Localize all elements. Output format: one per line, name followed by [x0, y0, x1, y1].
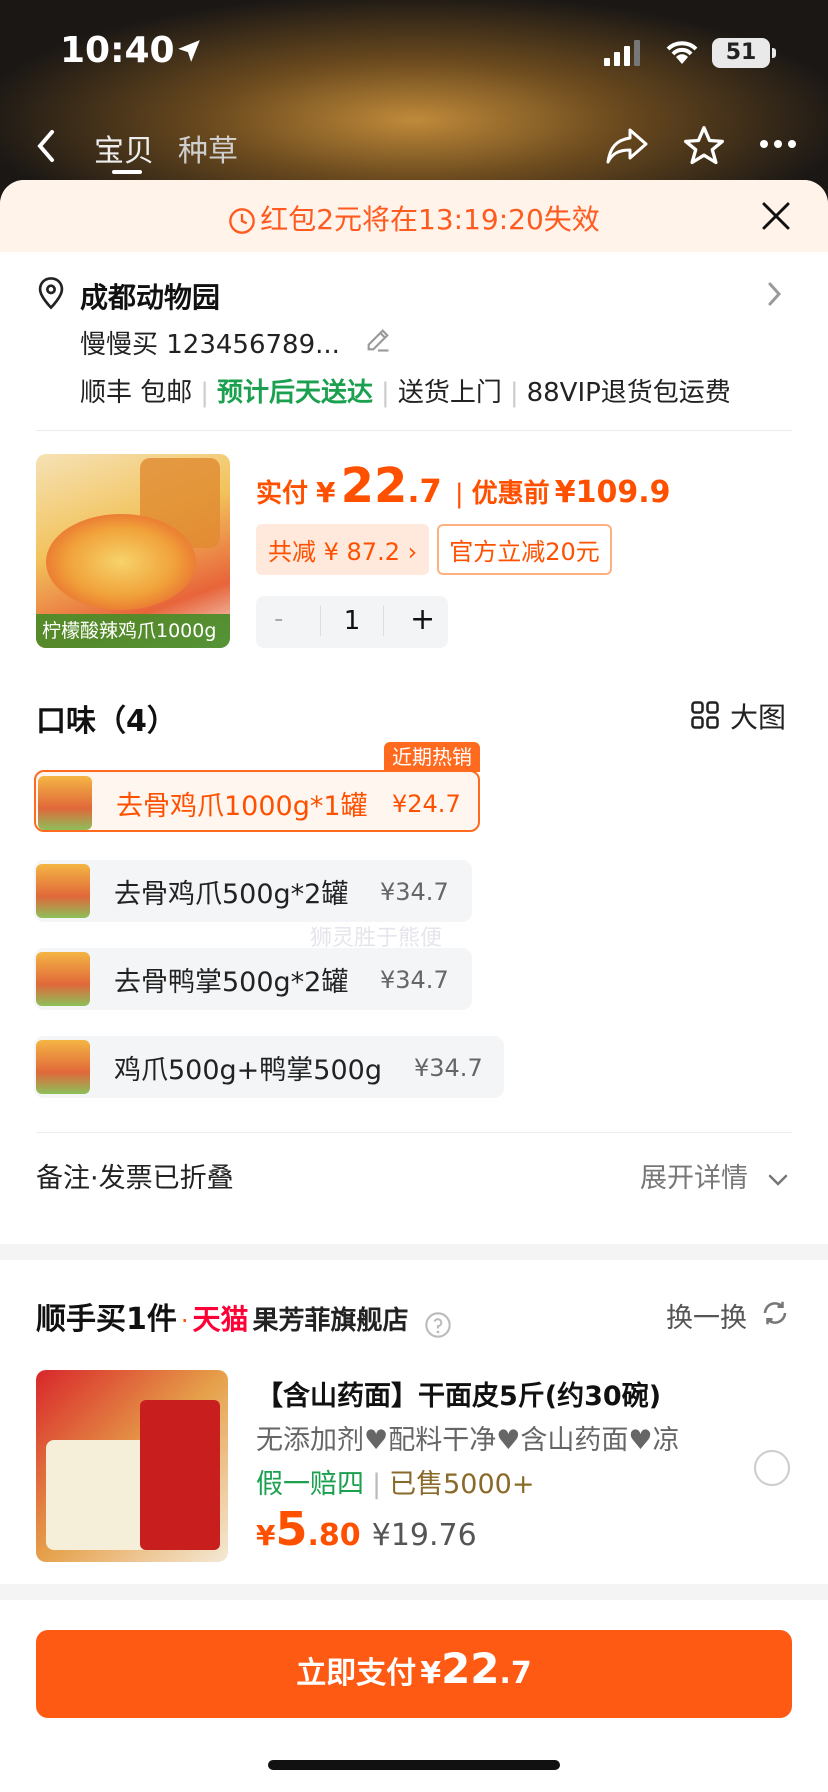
home-indicator — [268, 1760, 560, 1770]
wifi-icon — [666, 41, 698, 64]
flavor-price: ¥24.7 — [392, 790, 461, 818]
price-line: 实付 ¥ 22.7 | 优惠前 ¥109.9 — [256, 458, 671, 514]
checkout-sheet: 红包2元将在13:19:20失效 成都动物园 慢慢买 123456789... … — [0, 180, 828, 1792]
help-icon[interactable] — [424, 1311, 452, 1339]
quantity-stepper: - 1 + — [256, 596, 448, 648]
flavor-label: 去骨鸡爪500g*2罐 — [114, 879, 349, 910]
increase-button[interactable]: + — [410, 602, 435, 637]
refresh-icon[interactable] — [760, 1298, 790, 1328]
section-gap — [0, 1584, 828, 1600]
grid-view-icon[interactable] — [690, 700, 720, 730]
addon-product-image[interactable] — [36, 1370, 228, 1562]
flavor-price: ¥34.7 — [380, 878, 449, 906]
before-discount-price: ¥109.9 — [554, 475, 671, 510]
clock-icon — [229, 208, 256, 234]
pay-price-integer: 22 — [441, 1644, 500, 1693]
currency-symbol: ¥ — [256, 1519, 276, 1552]
tab-item[interactable]: 宝贝 — [94, 126, 154, 170]
address-name: 成都动物园 — [80, 281, 221, 314]
shop-name[interactable]: 果芳菲旗舰店 — [253, 1306, 409, 1336]
tab-underline — [112, 170, 142, 174]
flavor-thumbnail — [36, 864, 90, 918]
flavor-label: 去骨鸡爪1000g*1罐 — [116, 791, 368, 822]
location-arrow-icon — [178, 40, 200, 62]
pay-price-decimal: .7 — [499, 1656, 532, 1691]
more-icon[interactable] — [758, 138, 798, 150]
paid-label: 实付 — [256, 479, 309, 509]
expand-details-button[interactable]: 展开详情 — [640, 1156, 789, 1195]
total-savings-tag[interactable]: 共减 ¥ 87.2 › — [256, 524, 430, 575]
favorite-star-icon[interactable] — [682, 124, 726, 168]
expand-label: 展开详情 — [640, 1163, 748, 1194]
flavor-option-4[interactable]: 鸡爪500g+鸭掌500g ¥34.7 — [34, 1036, 504, 1098]
addon-price-decimal: .80 — [307, 1518, 361, 1553]
addon-product-desc: 无添加剂♥配料干净♥含山药面♥凉 — [256, 1425, 680, 1456]
flavor-thumbnail — [36, 1040, 90, 1094]
guarantee-label: 假一赔四 — [256, 1469, 364, 1500]
location-pin-icon — [38, 277, 64, 310]
addon-meta: 假一赔四 | 已售5000+ — [256, 1469, 535, 1500]
divider — [36, 1132, 792, 1133]
addon-original-price: ¥19.76 — [371, 1518, 477, 1553]
product-image[interactable]: 柠檬酸辣鸡爪1000g — [36, 454, 230, 648]
hot-sale-badge: 近期热销 — [384, 742, 480, 772]
banner-text: 红包2元将在13:19:20失效 — [260, 203, 600, 236]
pay-label: 立即支付 — [296, 1656, 417, 1691]
price-integer: 22 — [340, 458, 408, 514]
signal-icon — [604, 40, 640, 66]
flavor-label: 鸡爪500g+鸭掌500g — [114, 1055, 382, 1086]
flavor-section-title: 口味（4） — [36, 704, 177, 739]
remark-invoice-label[interactable]: 备注·发票已折叠 — [36, 1156, 234, 1195]
section-gap — [0, 1244, 828, 1260]
delivery-info: 顺丰 包邮 | 预计后天送达 | 送货上门 | 88VIP退货包运费 — [80, 378, 731, 408]
chevron-down-icon — [768, 1174, 787, 1186]
door-delivery: 送货上门 — [397, 378, 502, 408]
addon-title: 顺手买1件 — [36, 1302, 177, 1337]
recipient-info: 慢慢买 123456789... — [80, 330, 340, 360]
close-icon[interactable] — [760, 200, 792, 232]
divider — [36, 430, 792, 431]
coupon-expiry-banner: 红包2元将在13:19:20失效 — [0, 180, 828, 252]
addon-price: ¥5.80 ¥19.76 — [256, 1502, 477, 1556]
product-image-caption: 柠檬酸辣鸡爪1000g — [36, 614, 230, 648]
addon-product-name[interactable]: 【含山药面】干面皮5斤(约30碗) — [256, 1374, 661, 1413]
official-discount-tag: 官方立减20元 — [437, 524, 612, 575]
tmall-logo: 天猫 — [192, 1303, 249, 1336]
status-time: 10:40 — [60, 30, 175, 71]
swap-button[interactable]: 换一换 — [666, 1296, 747, 1335]
delivery-eta: 预计后天送达 — [217, 378, 374, 408]
big-view-button[interactable]: 大图 — [730, 696, 786, 736]
addon-select-radio[interactable] — [754, 1450, 790, 1486]
top-nav: 宝贝 种草 — [0, 116, 828, 178]
addon-header: 顺手买1件 · 天猫 果芳菲旗舰店 — [36, 1294, 452, 1339]
flavor-option-1[interactable]: 去骨鸡爪1000g*1罐 ¥24.7 近期热销 — [34, 742, 480, 832]
flavor-price: ¥34.7 — [414, 1054, 483, 1082]
product-summary: 柠檬酸辣鸡爪1000g 实付 ¥ 22.7 | 优惠前 ¥109.9 共减 ¥ 87… — [0, 454, 828, 654]
currency-symbol: ¥ — [420, 1656, 442, 1691]
flavor-price: ¥34.7 — [380, 966, 449, 994]
quantity-value[interactable]: 1 — [320, 606, 384, 636]
vip-return: 88VIP退货包运费 — [526, 378, 731, 408]
battery-indicator: 51 — [712, 38, 776, 68]
currency-symbol: ¥ — [316, 476, 336, 509]
discount-tags: 共减 ¥ 87.2 › 官方立减20元 — [256, 524, 612, 575]
flavor-option-2[interactable]: 去骨鸡爪500g*2罐 ¥34.7 — [34, 860, 472, 922]
tab-grass[interactable]: 种草 — [178, 126, 238, 170]
pay-now-button[interactable]: 立即支付 ¥22.7 — [36, 1630, 792, 1718]
shipping-method: 顺丰 包邮 — [80, 378, 193, 408]
flavor-thumbnail — [38, 776, 92, 830]
share-icon[interactable] — [604, 126, 650, 166]
before-discount-label: 优惠前 — [471, 479, 550, 509]
price-decimal: .7 — [407, 472, 442, 510]
flavor-thumbnail — [36, 952, 90, 1006]
chevron-right-icon[interactable] — [764, 280, 784, 308]
addon-price-integer: 5 — [275, 1502, 308, 1556]
sold-count: 已售5000+ — [389, 1469, 535, 1500]
decrease-button[interactable]: - — [274, 604, 283, 634]
flavor-label: 去骨鸭掌500g*2罐 — [114, 967, 349, 998]
flavor-option-3[interactable]: 去骨鸭掌500g*2罐 ¥34.7 — [34, 948, 472, 1010]
edit-pencil-icon[interactable] — [364, 326, 392, 354]
status-bar: 10:40 51 — [0, 0, 828, 110]
back-icon[interactable] — [32, 128, 62, 164]
